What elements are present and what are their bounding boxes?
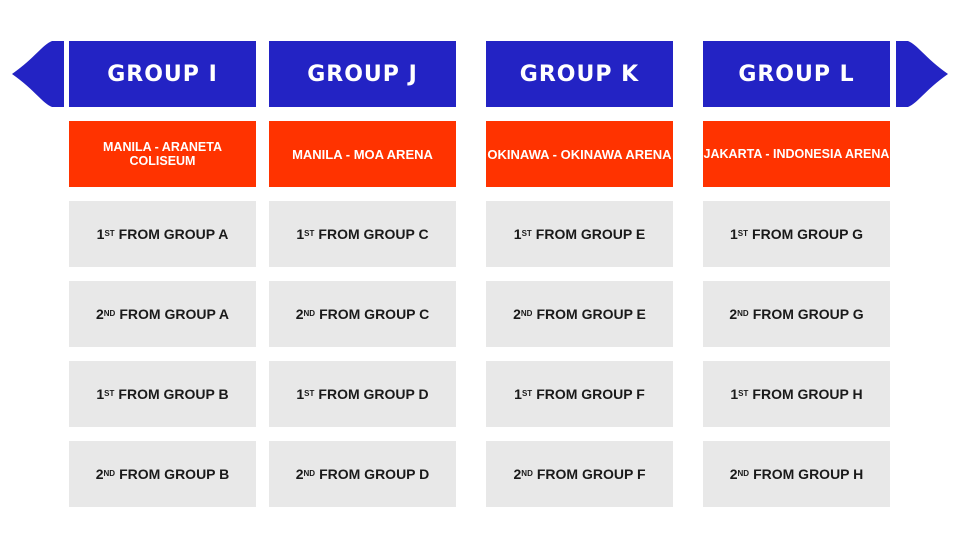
ordinal-suffix: ND [303, 468, 316, 478]
slot-cell: 1 ST FROM GROUP A [69, 201, 256, 267]
ordinal-suffix: ST [104, 228, 115, 238]
slot-cell: 1 ST FROM GROUP B [69, 361, 256, 427]
slot-text: FROM GROUP D [318, 386, 429, 402]
slot-text: FROM GROUP G [752, 226, 863, 242]
slot-cell: 2 ND FROM GROUP C [269, 281, 456, 347]
slot-text: FROM GROUP H [752, 386, 863, 402]
ordinal-suffix: ND [737, 308, 749, 318]
slot-cell: 2 ND FROM GROUP G [703, 281, 890, 347]
ordinal: 1 [96, 226, 105, 242]
ordinal-suffix: ND [103, 308, 116, 318]
slot-cell: 2 ND FROM GROUP F [486, 441, 673, 507]
slot-text: FROM GROUP H [753, 466, 864, 482]
venue-banner: JAKARTA - INDONESIA ARENA [703, 121, 890, 187]
ordinal-suffix: ST [521, 228, 532, 238]
ordinal: 2 [95, 466, 104, 482]
venue-banner: OKINAWA - OKINAWA ARENA [486, 121, 673, 187]
ordinal: 1 [514, 386, 522, 402]
slot-text: FROM GROUP F [536, 466, 646, 482]
slot-cell: 1 ST FROM GROUP F [486, 361, 673, 427]
header-left-arrow-tip [12, 41, 64, 107]
ordinal: 1 [296, 386, 305, 402]
slot-cell: 1 ST FROM GROUP H [703, 361, 890, 427]
ordinal: 2 [513, 306, 521, 322]
ordinal: 2 [295, 306, 304, 322]
slot-text: FROM GROUP F [536, 386, 645, 402]
group-header: GROUP L [703, 41, 890, 107]
venue-banner: MANILA - MOA ARENA [269, 121, 456, 187]
slot-text: FROM GROUP G [752, 306, 864, 322]
slot-cell: 2 ND FROM GROUP D [269, 441, 456, 507]
slot-text: FROM GROUP C [319, 306, 430, 322]
ordinal: 1 [730, 386, 739, 402]
ordinal-suffix: ST [304, 228, 315, 238]
slot-cell: 1 ST FROM GROUP G [703, 201, 890, 267]
ordinal: 1 [96, 386, 105, 402]
ordinal-suffix: ND [521, 468, 533, 478]
slot-text: FROM GROUP D [319, 466, 430, 482]
ordinal-suffix: ND [520, 308, 533, 318]
slot-cell: 2 ND FROM GROUP E [486, 281, 673, 347]
ordinal-suffix: ND [737, 468, 750, 478]
ordinal-suffix: ST [738, 388, 749, 398]
ordinal: 1 [730, 226, 738, 242]
slot-cell: 1 ST FROM GROUP E [486, 201, 673, 267]
group-header: GROUP I [69, 41, 256, 107]
ordinal: 2 [95, 306, 104, 322]
ordinal-suffix: ST [737, 228, 749, 238]
ordinal: 1 [513, 226, 522, 242]
ordinal: 2 [295, 466, 304, 482]
header-right-arrow-tip [896, 41, 948, 107]
ordinal: 2 [729, 306, 738, 322]
ordinal-suffix: ST [521, 388, 533, 398]
slot-cell: 2 ND FROM GROUP H [703, 441, 890, 507]
ordinal: 2 [729, 466, 738, 482]
slot-cell: 2 ND FROM GROUP B [69, 441, 256, 507]
ordinal-suffix: ST [104, 388, 115, 398]
ordinal-suffix: ND [303, 308, 316, 318]
slot-text: FROM GROUP C [318, 226, 429, 242]
slot-text: FROM GROUP B [119, 466, 230, 482]
slot-cell: 1 ST FROM GROUP C [269, 201, 456, 267]
slot-text: FROM GROUP E [535, 226, 646, 242]
slot-cell: 2 ND FROM GROUP A [69, 281, 256, 347]
slot-text: FROM GROUP E [536, 306, 646, 322]
slot-text: FROM GROUP A [118, 226, 229, 242]
slot-cell: 1 ST FROM GROUP D [269, 361, 456, 427]
venue-banner: MANILA - ARANETA COLISEUM [69, 121, 256, 187]
slot-text: FROM GROUP A [119, 306, 230, 322]
slot-text: FROM GROUP B [118, 386, 229, 402]
group-header: GROUP J [269, 41, 456, 107]
ordinal-suffix: ST [304, 388, 315, 398]
ordinal: 2 [513, 466, 522, 482]
ordinal-suffix: ND [103, 468, 116, 478]
ordinal: 1 [296, 226, 305, 242]
group-header: GROUP K [486, 41, 673, 107]
